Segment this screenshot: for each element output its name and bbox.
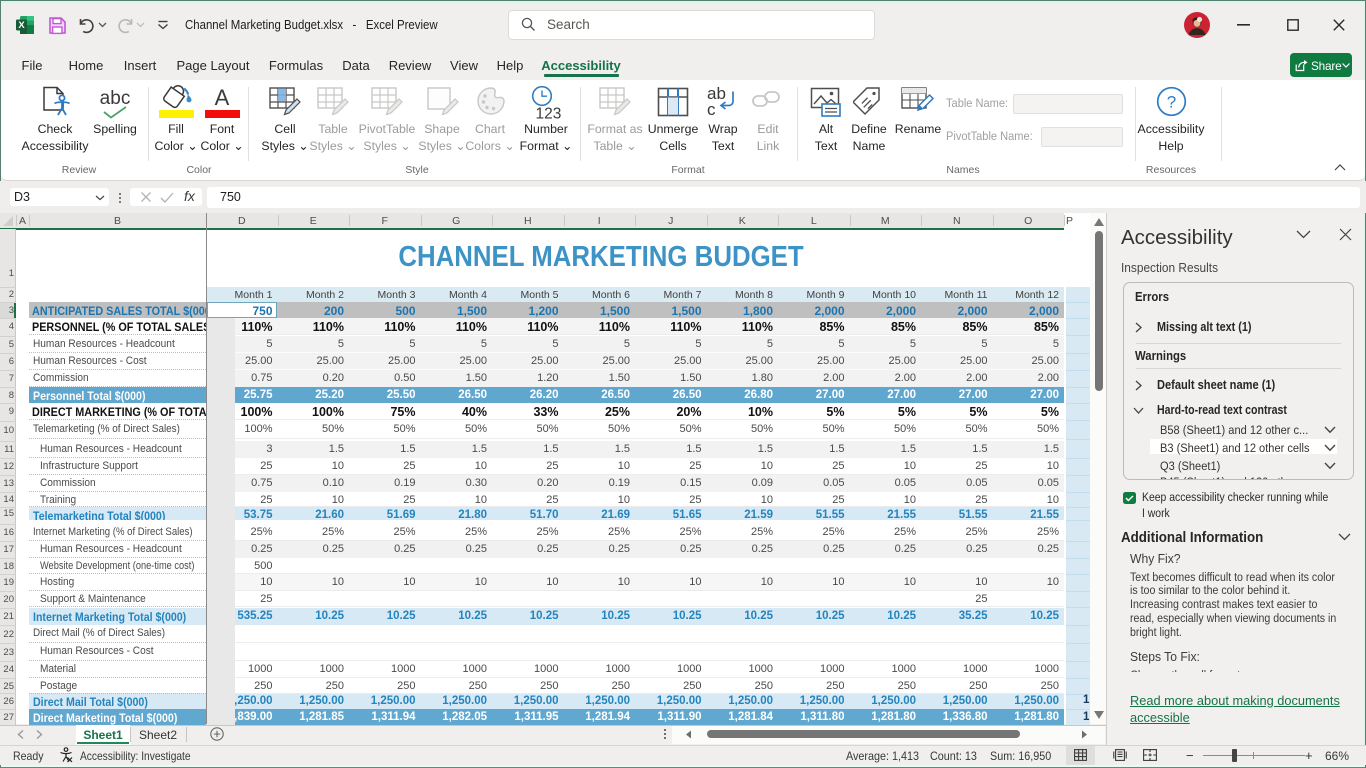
svg-text:?: ? <box>1167 93 1176 112</box>
svg-text:123: 123 <box>536 106 562 121</box>
svg-text:c: c <box>707 100 716 119</box>
svg-text:X: X <box>18 20 25 31</box>
